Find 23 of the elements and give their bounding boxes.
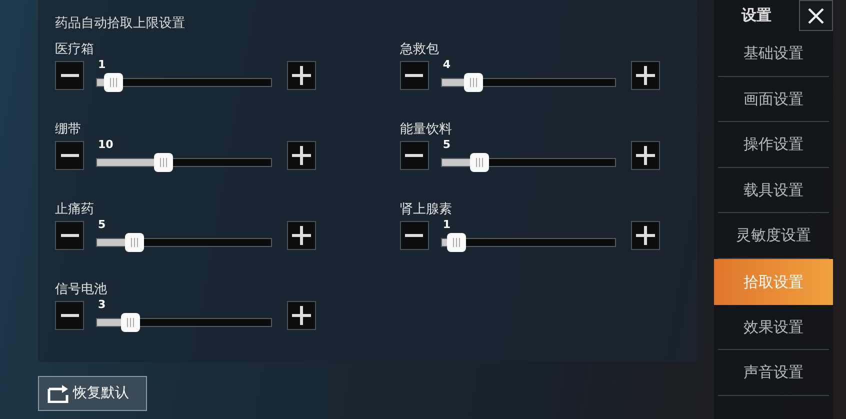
sidebar-tab[interactable]: 操作设置 bbox=[718, 122, 829, 168]
slider-value: 3 bbox=[98, 297, 106, 313]
section-title: 药品自动拾取上限设置 bbox=[55, 15, 185, 33]
slider-value: 5 bbox=[98, 217, 106, 233]
sidebar-tab[interactable]: 载具设置 bbox=[718, 168, 829, 214]
slider-value: 5 bbox=[442, 137, 451, 153]
sidebar-tab[interactable]: 效果设置 bbox=[718, 304, 829, 350]
sidebar-title: 设置 bbox=[740, 5, 772, 26]
item-label: 急救包 bbox=[400, 40, 439, 58]
slider-value: 4 bbox=[442, 57, 451, 73]
sidebar-tab[interactable]: 声音设置 bbox=[718, 350, 829, 396]
sidebar-tab[interactable]: 基础设置 bbox=[718, 31, 829, 77]
slider-value: 10 bbox=[98, 137, 114, 153]
reset-button[interactable]: 恢复默认 bbox=[38, 376, 147, 411]
item-label: 医疗箱 bbox=[55, 40, 94, 58]
item-label: 能量饮料 bbox=[400, 120, 452, 138]
item-label: 肾上腺素 bbox=[400, 200, 452, 218]
item-label: 止痛药 bbox=[55, 200, 94, 218]
item-label: 绷带 bbox=[55, 120, 81, 138]
item-label: 信号电池 bbox=[55, 280, 107, 298]
sidebar-tab[interactable]: 画面设置 bbox=[718, 76, 829, 122]
slider-value: 1 bbox=[442, 217, 451, 233]
slider-value: 1 bbox=[98, 57, 106, 73]
